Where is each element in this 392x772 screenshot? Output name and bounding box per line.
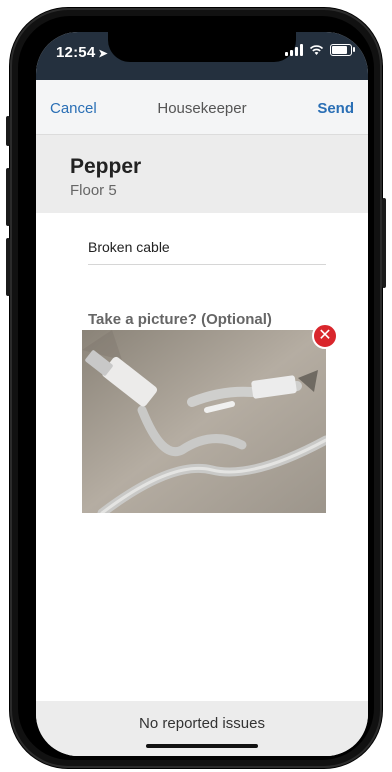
location-arrow-icon: ➤ bbox=[98, 48, 108, 60]
form-content: Broken cable Take a picture? (Optional) bbox=[36, 213, 368, 701]
room-name: Pepper bbox=[70, 155, 142, 178]
signal-icon bbox=[285, 44, 303, 56]
issue-input[interactable]: Broken cable bbox=[88, 239, 326, 265]
wifi-icon bbox=[309, 45, 324, 55]
home-indicator[interactable] bbox=[146, 744, 258, 748]
send-button[interactable]: Send bbox=[317, 100, 354, 117]
footer-status-text: No reported issues bbox=[139, 715, 265, 732]
battery-icon bbox=[330, 44, 355, 56]
notch bbox=[108, 32, 296, 62]
volume-down-button bbox=[6, 238, 10, 296]
nav-bar: Cancel Housekeeper Send bbox=[36, 80, 368, 135]
status-icons bbox=[285, 44, 355, 56]
screen: 12:54 ➤ Cancel Housekeeper Send Pepper Fl… bbox=[36, 32, 368, 756]
close-icon: ✕ bbox=[318, 327, 332, 344]
remove-photo-button[interactable]: ✕ bbox=[312, 323, 338, 349]
room-header: Pepper Floor 5 bbox=[36, 135, 368, 213]
footer-bar: No reported issues bbox=[36, 701, 368, 756]
time-text: 12:54 bbox=[56, 44, 96, 61]
photo-label: Take a picture? (Optional) bbox=[88, 311, 272, 328]
volume-up-button bbox=[6, 168, 10, 226]
photo-image bbox=[82, 330, 326, 513]
power-button bbox=[382, 198, 386, 288]
status-bar: 12:54 ➤ bbox=[36, 32, 368, 80]
mute-switch bbox=[6, 116, 10, 146]
attached-photo[interactable] bbox=[82, 330, 326, 513]
status-time: 12:54 ➤ bbox=[56, 44, 108, 61]
room-floor: Floor 5 bbox=[70, 182, 117, 199]
